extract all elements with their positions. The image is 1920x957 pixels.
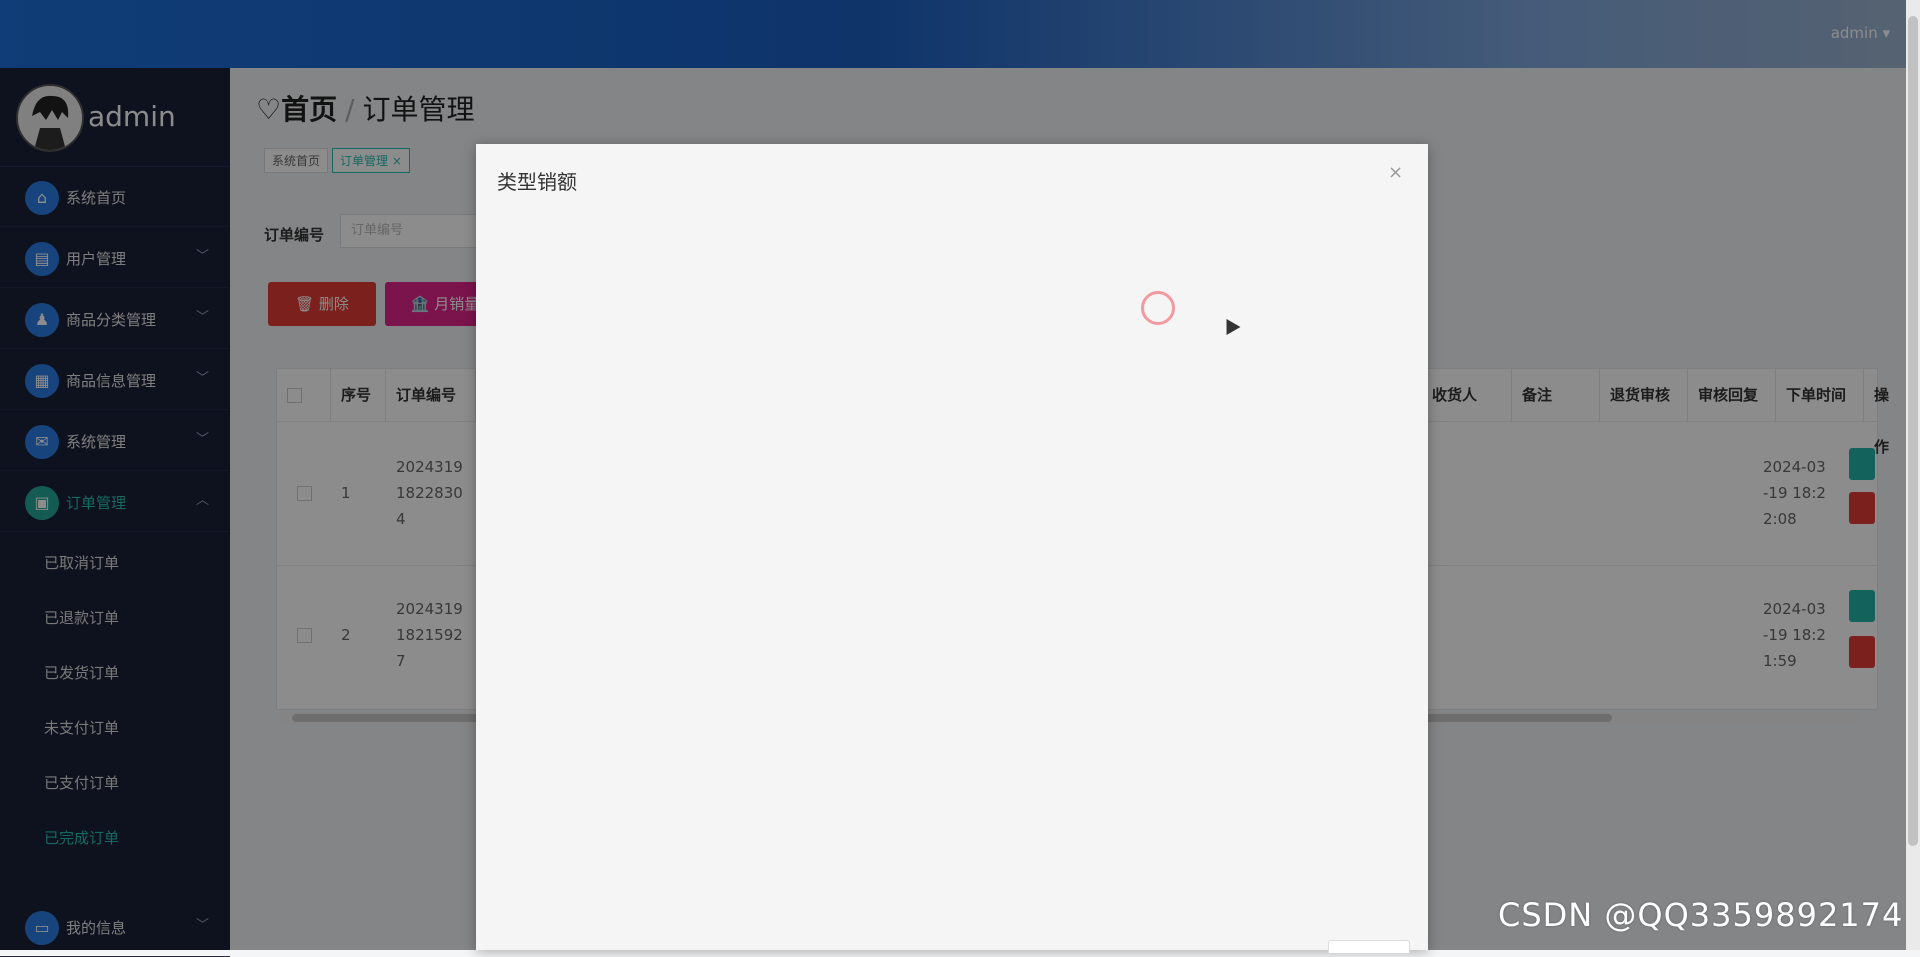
scrollbar-thumb[interactable] (1908, 16, 1918, 846)
watermark: CSDN @QQ3359892174 (1498, 896, 1904, 934)
close-icon[interactable]: × (1388, 162, 1403, 183)
category-sales-dialog: 类型销额 × (476, 144, 1428, 953)
page-vertical-scrollbar[interactable] (1906, 0, 1920, 950)
dialog-footer-button[interactable] (1328, 940, 1410, 953)
loading-spinner-icon (1141, 291, 1175, 325)
dialog-title: 类型销额 (497, 170, 577, 194)
